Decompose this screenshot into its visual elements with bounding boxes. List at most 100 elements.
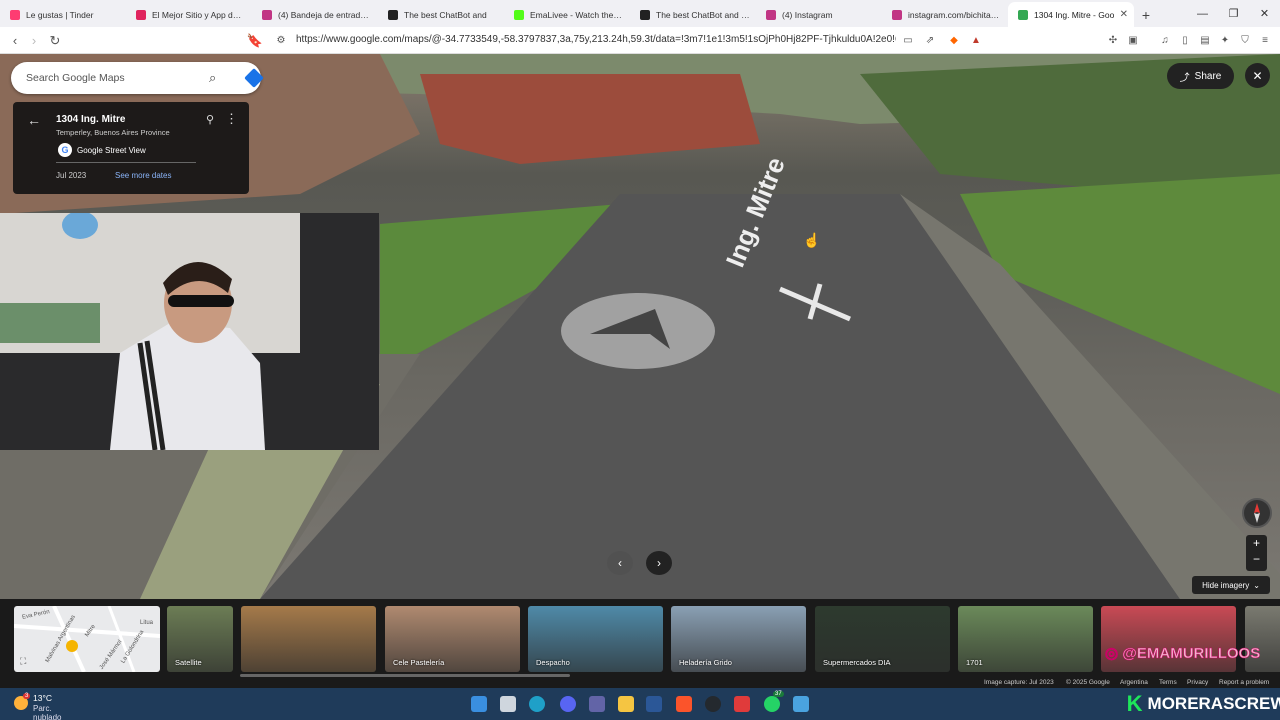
- edge-icon[interactable]: [529, 696, 545, 712]
- whatsapp-icon[interactable]: 37: [764, 691, 784, 712]
- browser-tab[interactable]: Le gustas | Tinder: [0, 2, 126, 27]
- location-pin-icon[interactable]: ⚲: [206, 113, 214, 126]
- photo-thumbnail[interactable]: Heladería Grido: [671, 606, 806, 672]
- task-view-icon[interactable]: [500, 696, 516, 712]
- tab-title: (4) Instagram: [782, 9, 833, 20]
- photo-thumbnail[interactable]: 1701: [958, 606, 1093, 672]
- search-input[interactable]: Search Google Maps: [26, 72, 125, 84]
- zoom-in-button[interactable]: +: [1246, 535, 1267, 551]
- brave-icon[interactable]: [676, 696, 692, 712]
- instagram-icon: ◎: [1105, 645, 1119, 663]
- compass-icon[interactable]: [1242, 498, 1272, 528]
- browser-tab[interactable]: (4) Bandeja de entrada • C: [252, 2, 378, 27]
- browser-tab[interactable]: EmaLivee - Watch the VOD: [504, 2, 630, 27]
- photo-thumbnail[interactable]: [1245, 606, 1280, 672]
- media-icon[interactable]: ♫: [1158, 33, 1172, 47]
- share-icon: ⤴: [1179, 72, 1190, 84]
- teams-icon[interactable]: [589, 696, 605, 712]
- close-street-view-button[interactable]: ✕: [1245, 63, 1270, 88]
- hide-imagery-label: Hide imagery: [1202, 580, 1250, 590]
- tab-favicon-icon: [640, 9, 650, 20]
- tab-title: EmaLivee - Watch the VOD: [530, 9, 624, 20]
- bookmark-icon[interactable]: 🔖: [246, 32, 264, 49]
- instagram-watermark: ◎ @EMAMURILLOOS: [1105, 644, 1261, 663]
- brave-rewards-icon[interactable]: ▲: [969, 33, 983, 47]
- browser-tab[interactable]: The best ChatBot and: [378, 2, 504, 27]
- wallet-icon[interactable]: ▤: [1198, 33, 1212, 47]
- terms-link[interactable]: Terms: [1159, 679, 1177, 686]
- street-view-panorama[interactable]: Ing. Mitre ☝ Search Google Maps ⌕ ← 1304…: [0, 54, 1280, 599]
- watermark-text: @EMAMURILLOOS: [1122, 645, 1261, 663]
- search-icon[interactable]: ⌕: [209, 70, 216, 86]
- site-settings-icon[interactable]: ⚙: [272, 32, 290, 49]
- github-icon[interactable]: [705, 696, 721, 712]
- back-arrow-icon[interactable]: ←: [27, 112, 41, 128]
- hide-imagery-button[interactable]: Hide imagery ⌄: [1192, 576, 1270, 594]
- more-options-icon[interactable]: ⋮: [225, 111, 238, 127]
- webcam-overlay: [0, 213, 379, 450]
- file-explorer-icon[interactable]: [618, 696, 634, 712]
- tab-favicon-icon: [136, 9, 146, 20]
- url-field[interactable]: https://www.google.com/maps/@-34.7733549…: [296, 34, 896, 45]
- app-icon[interactable]: [793, 696, 809, 712]
- photo-thumbnail[interactable]: [1101, 606, 1236, 672]
- microsoft-store-icon[interactable]: [646, 696, 662, 712]
- tab-favicon-icon: [262, 9, 272, 20]
- next-arrow-icon[interactable]: ›: [646, 551, 672, 575]
- zoom-out-button[interactable]: −: [1246, 551, 1267, 567]
- discord-icon[interactable]: [560, 696, 576, 712]
- maps-search-box[interactable]: Search Google Maps ⌕: [11, 62, 264, 94]
- screenshot-icon[interactable]: ▣: [1126, 33, 1140, 47]
- vpn-icon[interactable]: ⛉: [1238, 33, 1252, 47]
- close-window-button[interactable]: ✕: [1249, 0, 1280, 27]
- forward-icon[interactable]: ›: [25, 32, 43, 49]
- minimap-thumbnail[interactable]: Eva Perón Malvinas Argentinas Mitre José…: [14, 606, 160, 672]
- previous-arrow-icon[interactable]: ‹: [607, 551, 633, 575]
- place-info-card: ← 1304 Ing. Mitre Temperley, Buenos Aire…: [13, 102, 249, 194]
- leo-ai-icon[interactable]: ✦: [1218, 33, 1232, 47]
- photo-thumbnail[interactable]: Supermercados DIA: [815, 606, 950, 672]
- see-more-dates-link[interactable]: See more dates: [115, 171, 171, 180]
- thumbnail-label: 1701: [966, 658, 983, 667]
- country-link[interactable]: Argentina: [1120, 679, 1148, 686]
- photo-thumbnail[interactable]: Despacho: [528, 606, 663, 672]
- install-icon[interactable]: ▭: [901, 33, 915, 47]
- tab-favicon-icon: [892, 9, 902, 20]
- source-label: Google Street View: [77, 146, 146, 155]
- fullscreen-icon[interactable]: ⛶: [20, 656, 26, 667]
- share-page-icon[interactable]: ⇗: [923, 33, 937, 47]
- maximize-button[interactable]: ❐: [1218, 0, 1249, 27]
- tab-favicon-icon: [388, 9, 398, 20]
- tab-title: instagram.com/bichitabre: [908, 9, 1002, 20]
- tab-title: The best ChatBot and: [404, 9, 487, 20]
- browser-tab[interactable]: 1304 Ing. Mitre - Goo ✕: [1008, 2, 1134, 27]
- sidebar-icon[interactable]: ▯: [1178, 33, 1192, 47]
- browser-tab[interactable]: (4) Instagram: [756, 2, 882, 27]
- browser-tab[interactable]: El Mejor Sitio y App de Cit: [126, 2, 252, 27]
- brave-shields-icon[interactable]: ◆: [947, 33, 961, 47]
- image-capture-text: Image capture: Jul 2023: [984, 679, 1054, 686]
- reload-icon[interactable]: ↻: [46, 32, 64, 49]
- filmstrip-scrollbar[interactable]: [240, 674, 570, 677]
- browser-tab[interactable]: instagram.com/bichitabre: [882, 2, 1008, 27]
- minimize-button[interactable]: —: [1187, 0, 1218, 27]
- map-footer: Image capture: Jul 2023 © 2025 Google Ar…: [0, 679, 1280, 688]
- app-icon[interactable]: [734, 696, 750, 712]
- start-menu-icon[interactable]: [471, 696, 487, 712]
- thumbnail-label: Cele Pastelería: [393, 658, 445, 667]
- windows-taskbar: 3 13°C Parc. nublado 37: [0, 688, 1280, 720]
- browser-tab[interactable]: The best ChatBot and Wid: [630, 2, 756, 27]
- back-icon[interactable]: ‹: [6, 32, 24, 49]
- new-tab-button[interactable]: +: [1134, 2, 1158, 27]
- report-problem-link[interactable]: Report a problem: [1219, 679, 1269, 686]
- photo-thumbnail[interactable]: Cele Pastelería: [385, 606, 520, 672]
- privacy-link[interactable]: Privacy: [1187, 679, 1208, 686]
- photo-thumbnail[interactable]: Satellite: [167, 606, 233, 672]
- menu-icon[interactable]: ≡: [1258, 33, 1272, 47]
- divider: [56, 162, 196, 163]
- share-button[interactable]: ⤴ Share: [1167, 63, 1234, 89]
- share-label: Share: [1194, 70, 1222, 82]
- extensions-icon[interactable]: ✣: [1106, 33, 1120, 47]
- close-tab-icon[interactable]: ✕: [1120, 9, 1128, 20]
- photo-thumbnail[interactable]: [241, 606, 376, 672]
